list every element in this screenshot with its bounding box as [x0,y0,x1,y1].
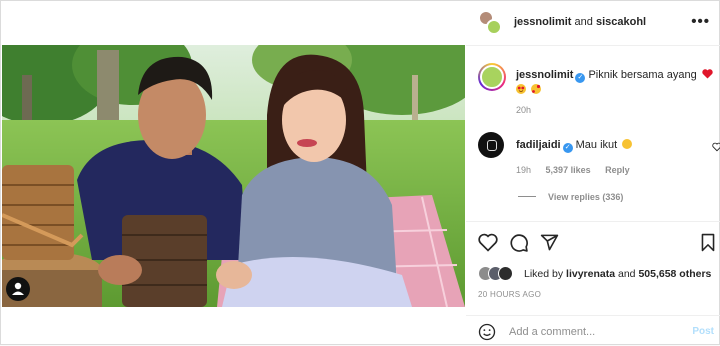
username-link[interactable]: livyrenata [566,268,615,280]
comment-time: 19h [516,165,532,175]
avatar[interactable] [478,63,506,91]
comment-input[interactable]: Add a comment... [509,326,595,338]
photo-scene [2,45,465,307]
avatar[interactable] [478,132,504,158]
caption-text: Piknik bersama ayang [588,69,697,81]
view-replies-button[interactable]: View replies (336) [518,192,623,202]
liked-by-middle: and [617,268,636,280]
view-replies-label: View replies (336) [548,192,624,202]
add-comment-bar: Add a comment... Post [466,315,720,346]
user-tag-icon[interactable] [6,277,30,301]
post-side-panel: jessnolimit and siscakohl ••• jessnolimi… [466,1,720,346]
action-bar [478,233,716,253]
avatar[interactable] [498,266,513,281]
comment-bubble-icon[interactable] [509,233,529,253]
smile-emoji-icon [622,139,633,149]
verified-badge-icon: ✓ [575,73,586,83]
liked-by-text: Liked by livyrenata and 505,658 others [524,268,711,280]
reply-button[interactable]: Reply [605,165,630,175]
username-link[interactable]: fadiljaidi [516,139,561,151]
collab-names: jessnolimit and siscakohl [514,16,646,28]
post-header: jessnolimit and siscakohl ••• [466,1,720,46]
instagram-post-window: jessnolimit and siscakohl ••• jessnolimi… [0,0,720,345]
hearts-emoji-icon [531,84,542,94]
divider [466,221,720,222]
save-bookmark-icon[interactable] [700,233,716,252]
share-send-icon[interactable] [540,233,559,252]
username-link[interactable]: siscakohl [596,16,646,28]
likes-count-link[interactable]: 505,658 others [638,268,711,280]
liked-by-prefix: Liked by [524,268,564,280]
comment-text-block: fadiljaidi ✓ Mau ikut [516,139,633,153]
like-heart-icon[interactable] [478,233,498,252]
comment-like-heart-icon[interactable] [712,142,720,152]
post-photo[interactable] [2,45,465,307]
avatar[interactable] [486,19,502,35]
divider [518,196,536,197]
verified-badge-icon: ✓ [562,143,573,153]
comment-likes-link[interactable]: 5,397 likes [546,165,591,175]
caption-text-block: jessnolimit ✓ Piknik bersama ayang [516,68,716,97]
and-text: and [574,16,593,28]
post-timestamp[interactable]: 20 HOURS AGO [478,290,541,299]
liked-by-row: Liked by livyrenata and 505,658 others [478,266,718,282]
emoji-picker-icon[interactable] [478,323,496,341]
username-link[interactable]: jessnolimit [516,69,573,81]
comment-meta: 19h 5,397 likes Reply [516,165,642,175]
username-link[interactable]: jessnolimit [514,16,571,28]
caption-time: 20h [516,105,532,115]
post-button[interactable]: Post [692,326,714,337]
red-heart-emoji-icon [702,69,713,79]
heart-eyes-emoji-icon [516,84,526,94]
collab-avatars[interactable] [478,10,504,36]
comment-text: Mau ikut [575,139,618,151]
more-options-icon[interactable]: ••• [691,14,710,29]
